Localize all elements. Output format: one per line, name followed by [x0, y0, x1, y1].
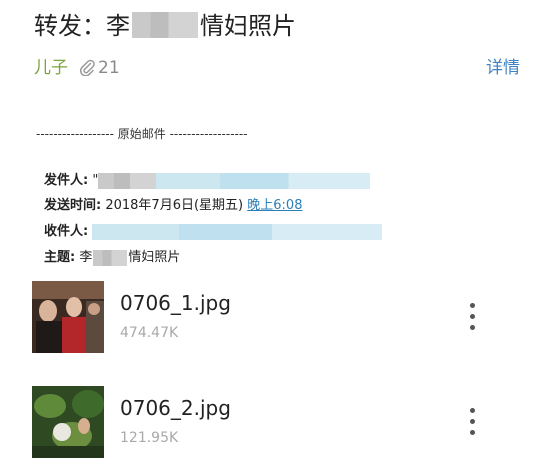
- subject-label: 主题:: [44, 250, 76, 265]
- date-value: 2018年7月6日(星期五): [105, 198, 244, 213]
- redacted-name-block: [132, 12, 198, 38]
- from-row: 发件人: ": [44, 171, 371, 191]
- attachment-size: 474.47K: [120, 325, 179, 341]
- redacted-recipient: [92, 223, 383, 240]
- attachment-item[interactable]: 0706_2.jpg 121.95K: [28, 386, 508, 462]
- attachment-thumbnail[interactable]: [32, 281, 104, 353]
- attachment-thumbnail[interactable]: [32, 386, 104, 458]
- redacted-name-block: [93, 249, 128, 266]
- subject-suffix: 情妇照片: [128, 250, 181, 265]
- date-row: 发送时间: 2018年7月6日(星期五) 晚上6:08: [44, 196, 302, 216]
- date-label: 发送时间:: [44, 198, 102, 213]
- subject-title-prefix: 转发：李: [34, 12, 130, 40]
- email-subject-title: 转发：李 情妇照片: [34, 8, 296, 44]
- redacted-sender-name: [98, 172, 157, 189]
- subject-title-suffix: 情妇照片: [200, 12, 296, 40]
- details-link[interactable]: 详情: [486, 56, 520, 80]
- more-vertical-icon[interactable]: [464, 406, 482, 438]
- to-label: 收件人:: [44, 224, 89, 239]
- attachment-size: 121.95K: [120, 430, 179, 446]
- sender-name[interactable]: 儿子: [34, 58, 68, 78]
- subject-row: 主题: 李 情妇照片: [44, 248, 180, 268]
- attachment-filename: 0706_2.jpg: [120, 396, 231, 420]
- paperclip-icon: [78, 58, 96, 77]
- original-message-separator: ------------------ 原始邮件 ----------------…: [36, 127, 248, 141]
- attachment-count: 21: [98, 58, 120, 78]
- subject-prefix: 李: [79, 250, 93, 265]
- attachment-item[interactable]: 0706_1.jpg 474.47K: [28, 281, 508, 357]
- more-vertical-icon[interactable]: [464, 301, 482, 333]
- attachment-filename: 0706_1.jpg: [120, 291, 231, 315]
- from-label: 发件人:: [44, 173, 89, 188]
- to-row: 收件人:: [44, 222, 383, 242]
- time-link[interactable]: 晚上6:08: [247, 198, 302, 213]
- meta-row: 儿子 21: [34, 56, 120, 80]
- redacted-sender-address: [156, 172, 371, 189]
